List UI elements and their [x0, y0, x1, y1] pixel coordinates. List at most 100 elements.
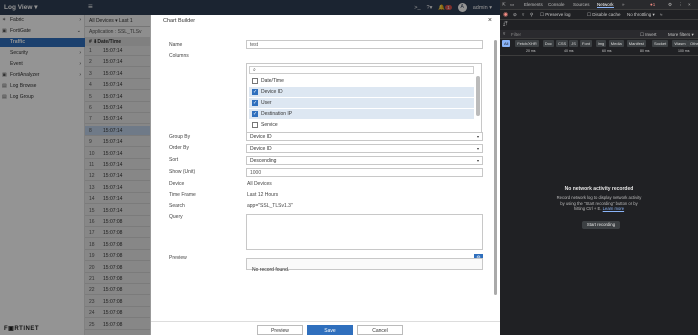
issues-badge[interactable]: ●1: [650, 2, 655, 7]
columns-search-input[interactable]: ⌕: [249, 66, 474, 74]
close-icon[interactable]: ×: [688, 2, 691, 7]
checkbox[interactable]: ✓: [252, 111, 258, 117]
query-label: Query: [169, 214, 183, 220]
tab-more[interactable]: »: [622, 2, 625, 7]
devtools-tabs: ⇱ ▭ Elements Console Sources Network » ●…: [500, 0, 698, 10]
show-unit-field[interactable]: 1000: [246, 168, 483, 177]
devtools-panel: ⇱ ▭ Elements Console Sources Network » ●…: [500, 0, 698, 335]
type-filter-css[interactable]: CSS: [556, 40, 569, 47]
type-filter-wasm[interactable]: Wasm: [672, 40, 688, 47]
panel-scrollbar[interactable]: [494, 40, 497, 295]
query-textarea[interactable]: [246, 214, 483, 250]
type-filter-img[interactable]: Img: [595, 40, 607, 47]
issue-count: 1: [652, 2, 656, 7]
start-recording-button[interactable]: Start recording: [582, 221, 620, 229]
checkbox[interactable]: ✓: [252, 100, 258, 106]
tab-network[interactable]: Network: [597, 2, 614, 8]
columns-scrollbar[interactable]: [476, 76, 480, 116]
tab-sources[interactable]: Sources: [573, 2, 590, 7]
column-option[interactable]: ✓ User: [249, 98, 474, 108]
caret-down-icon: ▾: [476, 134, 479, 139]
column-option-label: Destination IP: [261, 111, 293, 117]
wifi-icon[interactable]: ≈: [660, 12, 662, 17]
search-icon[interactable]: ⚲: [530, 12, 533, 18]
name-field[interactable]: test: [246, 40, 483, 49]
timeline-tick: 40 ms: [564, 49, 574, 53]
device-value: All Devices: [247, 181, 272, 187]
column-option-label: User: [261, 100, 272, 106]
group-by-label: Group By: [169, 134, 191, 140]
cancel-button[interactable]: Cancel: [357, 325, 403, 335]
no-record-text: No record found.: [252, 267, 290, 273]
timeline-tick: 20 ms: [526, 49, 536, 53]
type-filter-doc[interactable]: Doc: [542, 40, 554, 47]
preserve-log-label: Preserve log: [545, 12, 571, 17]
group-by-select[interactable]: Device ID ▾: [246, 132, 483, 141]
disable-cache-checkbox[interactable]: ☐ Disable cache: [587, 12, 621, 18]
timeline-ruler: 20 ms 40 ms 60 ms 80 ms 100 ms: [500, 48, 698, 56]
search-value: app="SSL_TLSv1.3": [247, 203, 293, 209]
record-icon[interactable]: ◉: [503, 11, 508, 18]
preview-label: Preview: [169, 255, 187, 261]
sort-value: Descending: [250, 158, 277, 164]
column-option-label: Service: [261, 122, 278, 128]
order-by-value: Device ID: [250, 146, 272, 152]
tab-elements[interactable]: Elements: [524, 2, 543, 7]
throttling-select[interactable]: No throttling ▾: [627, 12, 655, 18]
preserve-log-checkbox[interactable]: ☐ Preserve log: [540, 12, 571, 18]
name-label: Name: [169, 42, 183, 48]
device-toolbar-icon[interactable]: ▭: [510, 2, 514, 8]
checkbox[interactable]: [252, 122, 258, 128]
group-by-value: Device ID: [250, 134, 272, 140]
tab-console[interactable]: Console: [548, 2, 565, 7]
empty-line2: by using the "Start recording" button or…: [560, 200, 638, 206]
disable-cache-label: Disable cache: [592, 12, 621, 17]
empty-title: No network activity recorded: [564, 186, 634, 192]
time-frame-value: Last 12 Hours: [247, 192, 279, 198]
clear-icon[interactable]: ⊘: [513, 12, 517, 18]
save-button[interactable]: Save: [307, 325, 353, 335]
column-option[interactable]: ✓ Destination IP: [249, 109, 474, 119]
invert-checkbox[interactable]: ☐ Invert: [640, 32, 657, 38]
type-filter-all[interactable]: All: [502, 40, 511, 47]
show-unit-label: Show (Unit): [169, 169, 196, 175]
type-filter-fetchxhr[interactable]: Fetch/XHR: [515, 40, 539, 47]
gear-icon[interactable]: ⚙: [668, 2, 672, 8]
timeline-tick: 100 ms: [678, 49, 690, 53]
column-option[interactable]: ✓ Device ID: [249, 87, 474, 97]
filter-input[interactable]: Filter: [511, 32, 521, 37]
column-option[interactable]: Date/Time: [249, 76, 474, 86]
type-filter-js[interactable]: JS: [569, 40, 578, 47]
order-by-label: Order By: [169, 145, 190, 151]
column-option-label: Date/Time: [261, 78, 284, 84]
column-option[interactable]: Service: [249, 120, 474, 130]
sort-select[interactable]: Descending ▾: [246, 156, 483, 165]
preview-button[interactable]: Preview: [257, 325, 303, 335]
resource-type-filters: All Fetch/XHR Doc CSS JS Font Img Media Manifest…: [500, 39, 698, 48]
invert-label: Invert: [645, 32, 657, 37]
upload-download-icons[interactable]: ⤓⤒: [503, 21, 507, 27]
more-filters-button[interactable]: More filters ▾: [668, 32, 694, 38]
type-filter-font[interactable]: Font: [580, 40, 593, 47]
timeline-tick: 60 ms: [602, 49, 612, 53]
learn-more-link[interactable]: Learn more: [603, 206, 624, 211]
order-by-select[interactable]: Device ID ▾: [246, 144, 483, 153]
kebab-icon[interactable]: ⋮: [678, 2, 683, 8]
time-frame-label: Time Frame: [169, 192, 196, 198]
type-filter-manifest[interactable]: Manifest: [626, 40, 646, 47]
inspect-icon[interactable]: ⇱: [502, 2, 506, 8]
checkbox[interactable]: [252, 78, 258, 84]
device-label: Device: [169, 181, 185, 187]
close-icon[interactable]: ×: [488, 17, 492, 24]
empty-line3: hitting Ctrl + E.: [573, 206, 602, 211]
panel-title: Chart Builder: [163, 18, 196, 24]
empty-state: No network activity recorded Record netw…: [500, 186, 698, 212]
empty-line1: Record network log to display network ac…: [556, 195, 642, 200]
type-filter-socket[interactable]: Socket: [652, 40, 669, 47]
filter-icon[interactable]: ▿: [522, 12, 524, 18]
columns-label: Columns: [169, 53, 189, 59]
columns-list[interactable]: ⌕ Date/Time ✓ Device ID ✓ User ✓ Destination I…: [246, 63, 482, 133]
checkbox[interactable]: ✓: [252, 89, 258, 95]
type-filter-media[interactable]: Media: [608, 40, 624, 47]
type-filter-other[interactable]: Other: [688, 40, 698, 47]
